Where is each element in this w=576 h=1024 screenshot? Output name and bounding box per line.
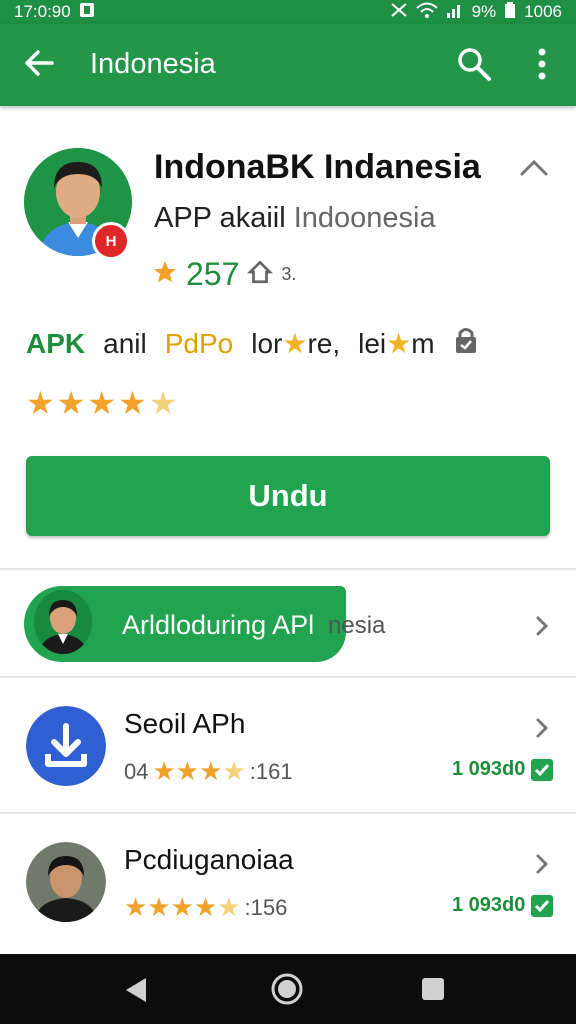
download-icon xyxy=(26,706,106,786)
status-clock-right: 1006 xyxy=(524,2,562,21)
chevron-right-icon xyxy=(534,852,550,876)
badge: H xyxy=(92,222,130,260)
promo-text: Arldloduring APl xyxy=(122,610,315,640)
list-item-rating: :161 xyxy=(249,758,293,784)
more-vert-icon[interactable] xyxy=(528,46,556,82)
promo-avatar xyxy=(34,590,92,654)
app-subtitle-main: APP akaiil xyxy=(154,202,286,234)
signal-icon xyxy=(446,2,464,23)
divider xyxy=(0,676,576,678)
app-title: IndonaBK Indanesia xyxy=(154,148,481,186)
download-button[interactable]: Undu xyxy=(26,456,550,536)
info-anil: anil xyxy=(103,327,147,359)
nav-home-icon[interactable] xyxy=(270,972,304,1006)
star-rating: ★★★★★ xyxy=(26,385,180,421)
rating-row: 257 3. xyxy=(152,256,296,293)
list-item-title: Pcdiuganoiaa xyxy=(124,844,294,875)
rating-value: 257 xyxy=(186,256,240,292)
app-subtitle: APP akaiil Indoonesia xyxy=(154,202,436,235)
nfc-icon xyxy=(390,2,408,23)
app-header: H IndonaBK Indanesia APP akaiil Indoones… xyxy=(0,118,576,298)
notification-icon xyxy=(79,2,95,23)
divider xyxy=(0,812,576,814)
chevron-up-icon[interactable] xyxy=(518,156,550,180)
star-rating: ★★★★ xyxy=(152,756,246,786)
info-lei-text: lei xyxy=(358,328,387,359)
list-item-subtitle: 04 ★★★★ :161 xyxy=(124,756,293,787)
list-item-title: Seoil APh xyxy=(124,708,246,739)
star-icon: ★ xyxy=(386,328,412,359)
nav-back-icon[interactable] xyxy=(124,976,150,1009)
chevron-right-icon xyxy=(534,716,550,740)
info-row: APK anil PdPo lor★re, lei★m xyxy=(26,326,566,361)
list-item-subtitle: ★★★★★ :156 xyxy=(124,892,287,923)
status-bar: 17:0:90 9% 1006 xyxy=(0,0,576,24)
wifi-icon xyxy=(415,2,438,23)
nav-recent-icon[interactable] xyxy=(422,978,444,1000)
divider xyxy=(0,568,576,570)
battery-percent: 9% xyxy=(471,2,497,21)
star-icon: ★ xyxy=(282,328,308,359)
list-item-size-text: 1 093d0 xyxy=(452,894,526,916)
back-arrow-icon[interactable] xyxy=(22,46,56,80)
search-icon[interactable] xyxy=(456,46,492,82)
promo-row[interactable]: Arldloduring APl nesia xyxy=(0,574,576,674)
info-lore: lor★re, xyxy=(251,327,340,360)
list-item[interactable]: Seoil APh 04 ★★★★ :161 1 093d0 xyxy=(0,680,576,800)
star-rating: ★★★★★ xyxy=(124,892,241,922)
list-item[interactable]: Pcdiuganoiaa ★★★★★ :156 1 093d0 xyxy=(0,816,576,936)
apk-label: APK xyxy=(26,327,86,359)
list-item-size: 1 093d0 xyxy=(452,758,554,781)
star-icon xyxy=(152,259,178,290)
chevron-right-icon xyxy=(534,614,550,638)
check-icon xyxy=(531,758,554,781)
rating-count: 3. xyxy=(281,264,297,284)
battery-icon xyxy=(504,1,516,23)
status-time: 17:0:90 xyxy=(14,2,71,21)
check-icon xyxy=(531,894,554,917)
info-lore-tail: re, xyxy=(307,328,341,359)
info-m-text: m xyxy=(411,328,435,359)
list-item-size: 1 093d0 xyxy=(452,894,554,917)
list-item-prefix: 04 xyxy=(124,758,149,784)
app-subtitle-grey: Indoonesia xyxy=(293,202,436,234)
lock-icon xyxy=(453,326,479,361)
info-lei: lei★m xyxy=(358,327,434,360)
list-item-size-text: 1 093d0 xyxy=(452,758,526,780)
app-bar: Indonesia xyxy=(0,24,576,106)
promo-tail: nesia xyxy=(328,612,386,639)
system-nav-bar xyxy=(0,954,576,1024)
app-bar-title: Indonesia xyxy=(90,48,216,80)
info-lore-text: lor xyxy=(251,328,283,359)
list-item-rating: :156 xyxy=(244,894,288,920)
home-outline-icon xyxy=(247,259,274,290)
person-avatar-icon xyxy=(26,842,106,922)
info-pdpo: PdPo xyxy=(164,327,234,359)
